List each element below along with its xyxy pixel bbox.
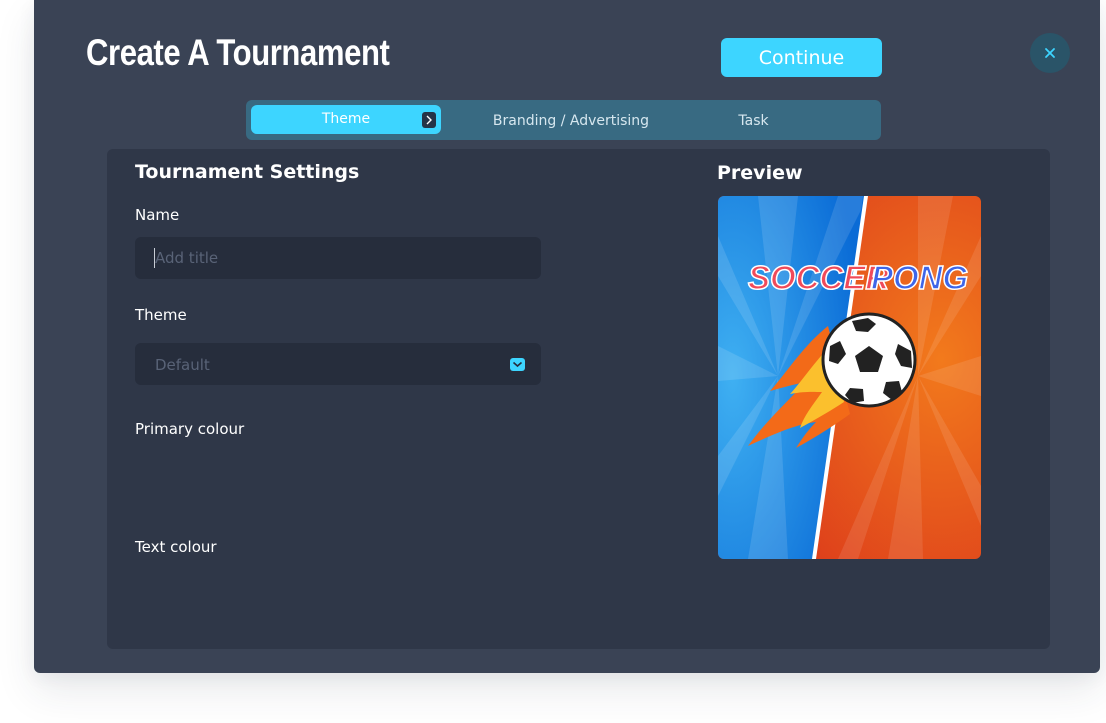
name-input[interactable] [135,237,541,279]
preview-title-right: PONG [871,259,968,296]
theme-label: Theme [135,306,187,324]
name-field-container [135,237,541,279]
dropdown-icon [510,358,525,371]
preview-title-left: SOCCER [748,259,889,296]
close-button[interactable] [1030,33,1070,73]
tab-theme-label: Theme [321,111,371,127]
continue-button[interactable]: Continue [721,38,882,77]
theme-select[interactable]: Default [135,343,541,385]
primary-colour-label: Primary colour [135,420,245,438]
tournament-settings-heading: Tournament Settings [135,161,360,183]
preview-heading: Preview [717,162,803,184]
text-cursor [154,248,155,268]
chevron-right-icon [422,112,436,128]
tab-task[interactable]: Task [716,100,791,140]
text-colour-label: Text colour [135,538,217,556]
tab-theme[interactable]: Theme [251,105,441,134]
preview-card: SOCCER PONG [718,196,981,559]
name-label: Name [135,206,180,224]
tab-bar: Theme Branding / Advertising Task [246,100,881,140]
theme-selected-value: Default [155,356,210,374]
create-tournament-dialog: Create A Tournament Continue Theme Brand… [34,0,1100,673]
settings-panel: Tournament Settings Name Theme Default P… [107,149,1050,649]
tab-branding-advertising[interactable]: Branding / Advertising [466,100,676,140]
close-icon [1045,48,1055,58]
game-cover-image: SOCCER PONG [718,196,981,559]
dialog-title: Create A Tournament [86,32,390,73]
